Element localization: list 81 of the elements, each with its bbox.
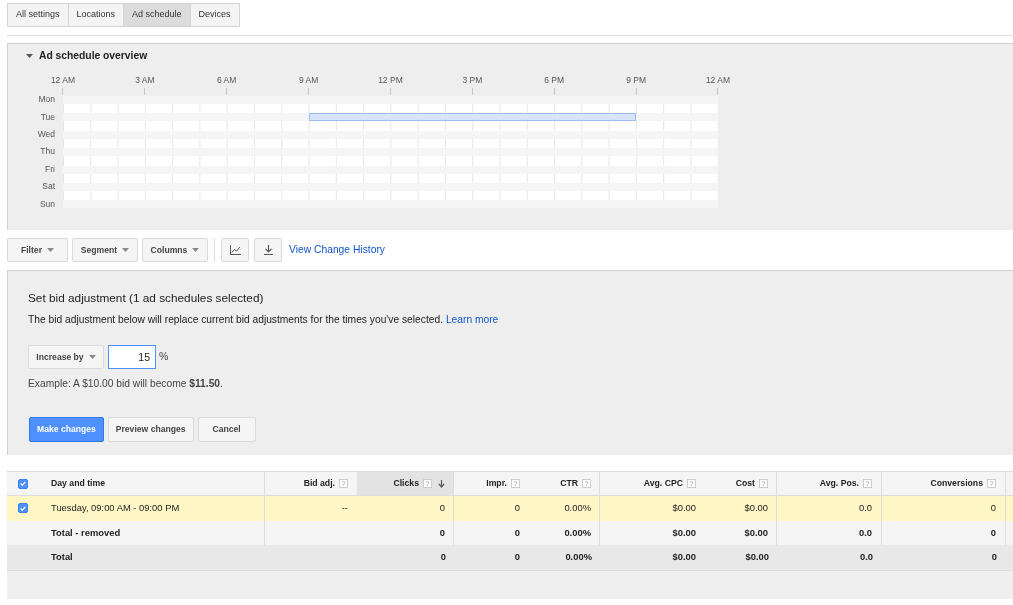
view-history-link[interactable]: View Change History [289, 242, 385, 258]
time-slot[interactable] [608, 113, 636, 122]
day-label: Sat [42, 180, 55, 194]
checkmark-icon [20, 481, 26, 486]
tab[interactable]: Locations [67, 3, 125, 27]
time-slot[interactable] [63, 113, 91, 122]
hour-label: 12 AM [705, 74, 730, 86]
time-slot[interactable] [63, 130, 91, 139]
time-slot[interactable] [308, 113, 336, 122]
hour-label: 9 PM [626, 74, 646, 86]
time-slot[interactable] [63, 182, 91, 191]
day-label: Fri [45, 162, 55, 176]
table-cell-text: $0.00 [671, 525, 697, 540]
dropdown-button[interactable]: Segment [72, 238, 138, 262]
hour-label: 3 AM [135, 74, 155, 86]
hour-label: 12 PM [378, 74, 403, 86]
dropdown-button[interactable]: Increase by [28, 345, 104, 369]
day-label: Mon [38, 93, 55, 107]
table-cell-text: 0 [439, 550, 447, 565]
table-cell: 0 [882, 496, 1006, 521]
time-slot[interactable] [63, 96, 91, 104]
percentage-input[interactable]: 15 [108, 345, 156, 369]
table-cell-text: Total [50, 550, 74, 565]
caret-down-icon [88, 355, 96, 359]
table-cell-text: 0 [513, 550, 521, 565]
table-cell: $0.00 [700, 496, 777, 521]
tab[interactable]: All settings [7, 3, 69, 27]
hour-label: 12 AM [50, 74, 75, 86]
caret-down-icon [122, 248, 130, 252]
panel-title: Set bid adjustment (1 ad schedules selected) [28, 290, 264, 306]
table-cell-text: $0.00 [671, 501, 697, 516]
time-slot[interactable] [63, 148, 91, 157]
caret-down-icon [192, 248, 200, 252]
day-label: Wed [37, 128, 55, 142]
table-cell: 0 [357, 496, 454, 521]
dropdown-button[interactable]: Filter [7, 238, 68, 262]
table-cell: 0.00% [525, 496, 600, 521]
time-slot[interactable] [63, 200, 91, 209]
time-slot[interactable] [281, 113, 309, 122]
learn-more-link[interactable]: Learn more [445, 314, 499, 325]
table-cell-text: 0 [513, 501, 521, 516]
table-row[interactable]: Tuesday, 09:00 AM - 09:00 PM -- 0 0 0.00% $0.00 $0.00 0.0 0 [7, 496, 1013, 521]
table-cell-text: 0.00% [564, 550, 593, 565]
unit-label: % [159, 349, 169, 365]
column-header[interactable]: Day and time [42, 472, 265, 495]
time-slot[interactable] [635, 113, 664, 122]
line-chart-icon [229, 245, 241, 255]
table-cell: Tuesday, 09:00 AM - 09:00 PM [42, 496, 265, 521]
day-label: Tue [40, 110, 55, 124]
table-cell-text: 0.0 [858, 550, 874, 565]
download-icon [263, 245, 273, 255]
checkbox[interactable] [18, 478, 28, 489]
example-text: Example: A $10.00 bid will become $11.50. [28, 377, 223, 391]
time-slot[interactable] [63, 165, 91, 174]
description-text: The bid adjustment below will replace current bid adjustments for the times you've selected. Learn more [28, 313, 499, 327]
table-cell-text: 0 [513, 525, 521, 540]
checkmark-icon [20, 505, 26, 511]
time-slot[interactable] [690, 96, 718, 104]
table-cell-text: -- [340, 501, 349, 516]
table-cell-text: $0.00 [744, 550, 770, 565]
caret-down-icon [26, 54, 33, 58]
secondary-button[interactable]: Cancel [197, 417, 256, 442]
dropdown-button[interactable]: Columns [142, 238, 208, 262]
checkbox[interactable] [18, 503, 28, 514]
chart-toggle-button[interactable] [221, 238, 249, 262]
table-cell-text: $0.00 [671, 550, 697, 565]
hour-label: 6 AM [217, 74, 237, 86]
table-cell: 0.0 [777, 496, 882, 521]
tab[interactable]: Ad schedule [123, 3, 191, 27]
table-cell-text: 0 [990, 550, 998, 565]
hour-label: 3 PM [462, 74, 483, 86]
sort-down-arrow-icon [438, 479, 445, 488]
day-label: Sun [39, 197, 55, 211]
tab[interactable]: Devices [189, 3, 240, 27]
caret-down-icon [47, 248, 54, 252]
hour-label: 9 AM [298, 74, 319, 86]
day-label: Thu [40, 145, 55, 159]
overview-toggle[interactable]: Ad schedule overview [26, 48, 148, 64]
secondary-button[interactable]: Preview changes [107, 417, 194, 442]
hour-label: 6 PM [544, 74, 565, 86]
download-button[interactable] [254, 238, 282, 262]
